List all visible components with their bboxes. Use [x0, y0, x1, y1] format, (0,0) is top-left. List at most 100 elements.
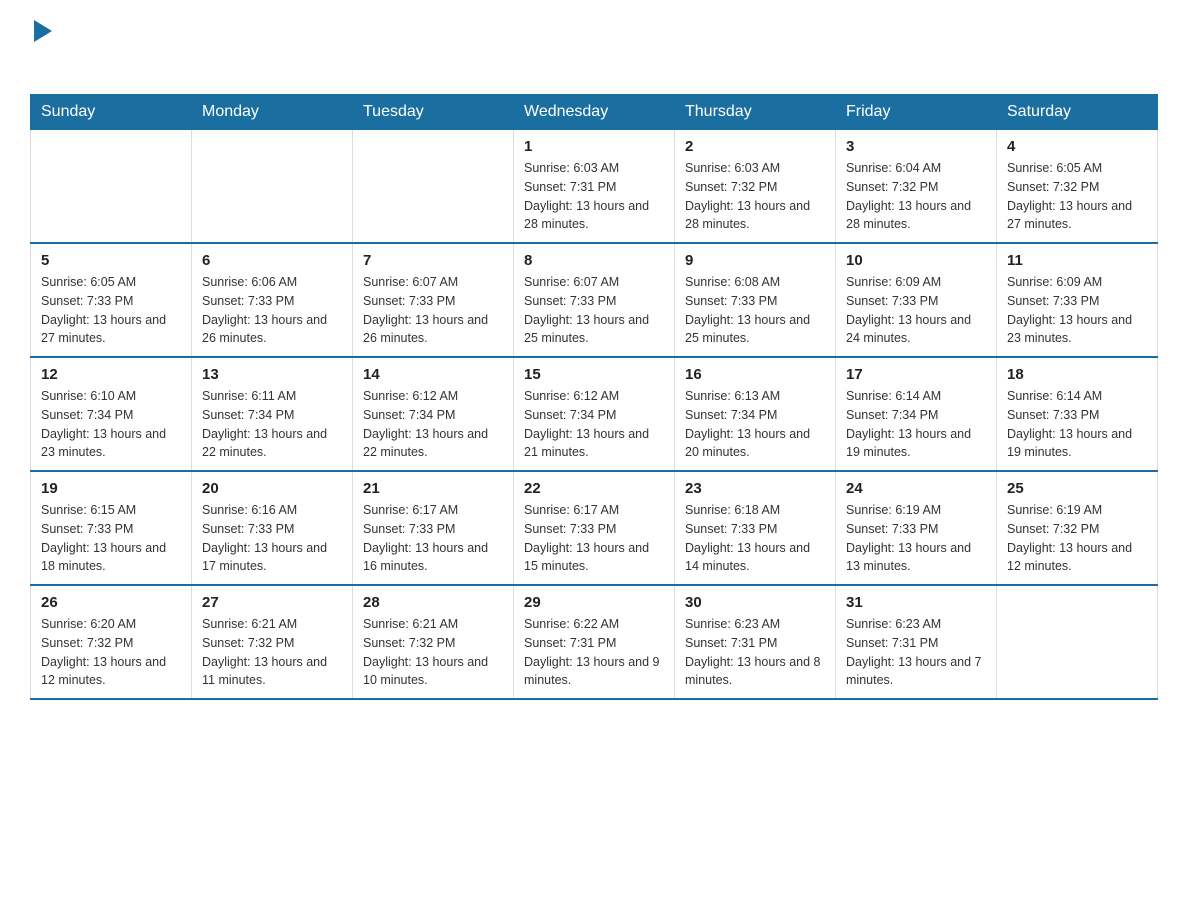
column-header-monday: Monday [192, 95, 353, 130]
day-number: 19 [41, 480, 181, 497]
day-number: 12 [41, 366, 181, 383]
calendar-cell: 5 Sunrise: 6:05 AM Sunset: 7:33 PM Daylig… [31, 243, 192, 357]
day-number: 2 [685, 138, 825, 155]
day-info: Sunrise: 6:09 AM Sunset: 7:33 PM Dayligh… [1007, 273, 1147, 348]
calendar-cell: 28 Sunrise: 6:21 AM Sunset: 7:32 PM Dayli… [353, 585, 514, 699]
calendar-cell: 24Sunrise: 6:19 AM Sunset: 7:33 PM Dayli… [836, 471, 997, 585]
day-number: 25 [1007, 480, 1147, 497]
day-info: Sunrise: 6:12 AM Sunset: 7:34 PM Dayligh… [363, 387, 503, 462]
day-number: 23 [685, 480, 825, 497]
logo [30, 20, 54, 74]
day-info: Sunrise: 6:18 AM Sunset: 7:33 PM Dayligh… [685, 501, 825, 576]
day-info: Sunrise: 6:13 AM Sunset: 7:34 PM Dayligh… [685, 387, 825, 462]
day-number: 29 [524, 594, 664, 611]
day-number: 21 [363, 480, 503, 497]
calendar-cell: 19 Sunrise: 6:15 AM Sunset: 7:33 PM Dayli… [31, 471, 192, 585]
day-info: Sunrise: 6:10 AM Sunset: 7:34 PM Dayligh… [41, 387, 181, 462]
day-number: 18 [1007, 366, 1147, 383]
day-number: 7 [363, 252, 503, 269]
calendar-cell: 18 Sunrise: 6:14 AM Sunset: 7:33 PM Dayli… [997, 357, 1158, 471]
day-info: Sunrise: 6:19 AM Sunset: 7:33 PM Dayligh… [846, 501, 986, 576]
calendar-cell [353, 130, 514, 244]
day-info: Sunrise: 6:09 AM Sunset: 7:33 PM Dayligh… [846, 273, 986, 348]
column-header-thursday: Thursday [675, 95, 836, 130]
day-number: 17 [846, 366, 986, 383]
day-number: 9 [685, 252, 825, 269]
calendar-cell: 10 Sunrise: 6:09 AM Sunset: 7:33 PM Dayli… [836, 243, 997, 357]
calendar-cell: 25 Sunrise: 6:19 AM Sunset: 7:32 PM Dayli… [997, 471, 1158, 585]
calendar-cell: 21 Sunrise: 6:17 AM Sunset: 7:33 PM Dayli… [353, 471, 514, 585]
day-info: Sunrise: 6:03 AM Sunset: 7:31 PM Dayligh… [524, 159, 664, 234]
calendar-cell: 2 Sunrise: 6:03 AM Sunset: 7:32 PM Daylig… [675, 130, 836, 244]
day-info: Sunrise: 6:21 AM Sunset: 7:32 PM Dayligh… [363, 615, 503, 690]
day-number: 6 [202, 252, 342, 269]
day-number: 3 [846, 138, 986, 155]
week-row-5: 26 Sunrise: 6:20 AM Sunset: 7:32 PM Dayli… [31, 585, 1158, 699]
day-info: Sunrise: 6:14 AM Sunset: 7:33 PM Dayligh… [1007, 387, 1147, 462]
calendar-header-row: SundayMondayTuesdayWednesdayThursdayFrid… [31, 95, 1158, 130]
day-number: 28 [363, 594, 503, 611]
calendar-cell: 8 Sunrise: 6:07 AM Sunset: 7:33 PM Daylig… [514, 243, 675, 357]
day-number: 5 [41, 252, 181, 269]
calendar-cell: 12 Sunrise: 6:10 AM Sunset: 7:34 PM Dayli… [31, 357, 192, 471]
day-info: Sunrise: 6:14 AM Sunset: 7:34 PM Dayligh… [846, 387, 986, 462]
day-number: 13 [202, 366, 342, 383]
week-row-1: 1 Sunrise: 6:03 AM Sunset: 7:31 PM Daylig… [31, 130, 1158, 244]
day-info: Sunrise: 6:17 AM Sunset: 7:33 PM Dayligh… [524, 501, 664, 576]
day-number: 16 [685, 366, 825, 383]
calendar-cell: 11 Sunrise: 6:09 AM Sunset: 7:33 PM Dayli… [997, 243, 1158, 357]
column-header-tuesday: Tuesday [353, 95, 514, 130]
day-info: Sunrise: 6:22 AM Sunset: 7:31 PM Dayligh… [524, 615, 664, 690]
calendar-cell: 16 Sunrise: 6:13 AM Sunset: 7:34 PM Dayli… [675, 357, 836, 471]
calendar-cell: 13 Sunrise: 6:11 AM Sunset: 7:34 PM Dayli… [192, 357, 353, 471]
day-number: 22 [524, 480, 664, 497]
week-row-3: 12 Sunrise: 6:10 AM Sunset: 7:34 PM Dayli… [31, 357, 1158, 471]
day-info: Sunrise: 6:05 AM Sunset: 7:32 PM Dayligh… [1007, 159, 1147, 234]
calendar-cell: 26 Sunrise: 6:20 AM Sunset: 7:32 PM Dayli… [31, 585, 192, 699]
day-info: Sunrise: 6:16 AM Sunset: 7:33 PM Dayligh… [202, 501, 342, 576]
day-number: 15 [524, 366, 664, 383]
calendar-cell: 20Sunrise: 6:16 AM Sunset: 7:33 PM Dayli… [192, 471, 353, 585]
day-info: Sunrise: 6:07 AM Sunset: 7:33 PM Dayligh… [524, 273, 664, 348]
day-number: 31 [846, 594, 986, 611]
calendar-cell: 9 Sunrise: 6:08 AM Sunset: 7:33 PM Daylig… [675, 243, 836, 357]
calendar-cell: 15 Sunrise: 6:12 AM Sunset: 7:34 PM Dayli… [514, 357, 675, 471]
logo-arrow-icon [32, 20, 54, 42]
day-info: Sunrise: 6:03 AM Sunset: 7:32 PM Dayligh… [685, 159, 825, 234]
day-number: 27 [202, 594, 342, 611]
calendar-cell: 27 Sunrise: 6:21 AM Sunset: 7:32 PM Dayli… [192, 585, 353, 699]
week-row-2: 5 Sunrise: 6:05 AM Sunset: 7:33 PM Daylig… [31, 243, 1158, 357]
day-number: 1 [524, 138, 664, 155]
day-number: 26 [41, 594, 181, 611]
day-number: 10 [846, 252, 986, 269]
day-number: 14 [363, 366, 503, 383]
day-info: Sunrise: 6:06 AM Sunset: 7:33 PM Dayligh… [202, 273, 342, 348]
day-number: 30 [685, 594, 825, 611]
day-info: Sunrise: 6:05 AM Sunset: 7:33 PM Dayligh… [41, 273, 181, 348]
calendar-cell: 17 Sunrise: 6:14 AM Sunset: 7:34 PM Dayli… [836, 357, 997, 471]
column-header-sunday: Sunday [31, 95, 192, 130]
day-info: Sunrise: 6:20 AM Sunset: 7:32 PM Dayligh… [41, 615, 181, 690]
day-info: Sunrise: 6:23 AM Sunset: 7:31 PM Dayligh… [685, 615, 825, 690]
day-number: 11 [1007, 252, 1147, 269]
day-info: Sunrise: 6:12 AM Sunset: 7:34 PM Dayligh… [524, 387, 664, 462]
day-info: Sunrise: 6:08 AM Sunset: 7:33 PM Dayligh… [685, 273, 825, 348]
calendar-cell: 22 Sunrise: 6:17 AM Sunset: 7:33 PM Dayli… [514, 471, 675, 585]
day-number: 8 [524, 252, 664, 269]
column-header-wednesday: Wednesday [514, 95, 675, 130]
day-info: Sunrise: 6:21 AM Sunset: 7:32 PM Dayligh… [202, 615, 342, 690]
day-info: Sunrise: 6:17 AM Sunset: 7:33 PM Dayligh… [363, 501, 503, 576]
day-number: 4 [1007, 138, 1147, 155]
calendar-cell [997, 585, 1158, 699]
day-info: Sunrise: 6:11 AM Sunset: 7:34 PM Dayligh… [202, 387, 342, 462]
day-info: Sunrise: 6:19 AM Sunset: 7:32 PM Dayligh… [1007, 501, 1147, 576]
calendar-cell [31, 130, 192, 244]
calendar-cell: 14 Sunrise: 6:12 AM Sunset: 7:34 PM Dayli… [353, 357, 514, 471]
calendar-cell: 31Sunrise: 6:23 AM Sunset: 7:31 PM Dayli… [836, 585, 997, 699]
calendar-cell: 4 Sunrise: 6:05 AM Sunset: 7:32 PM Daylig… [997, 130, 1158, 244]
calendar-cell: 23 Sunrise: 6:18 AM Sunset: 7:33 PM Dayli… [675, 471, 836, 585]
page-header [30, 20, 1158, 74]
day-info: Sunrise: 6:04 AM Sunset: 7:32 PM Dayligh… [846, 159, 986, 234]
column-header-saturday: Saturday [997, 95, 1158, 130]
day-info: Sunrise: 6:15 AM Sunset: 7:33 PM Dayligh… [41, 501, 181, 576]
